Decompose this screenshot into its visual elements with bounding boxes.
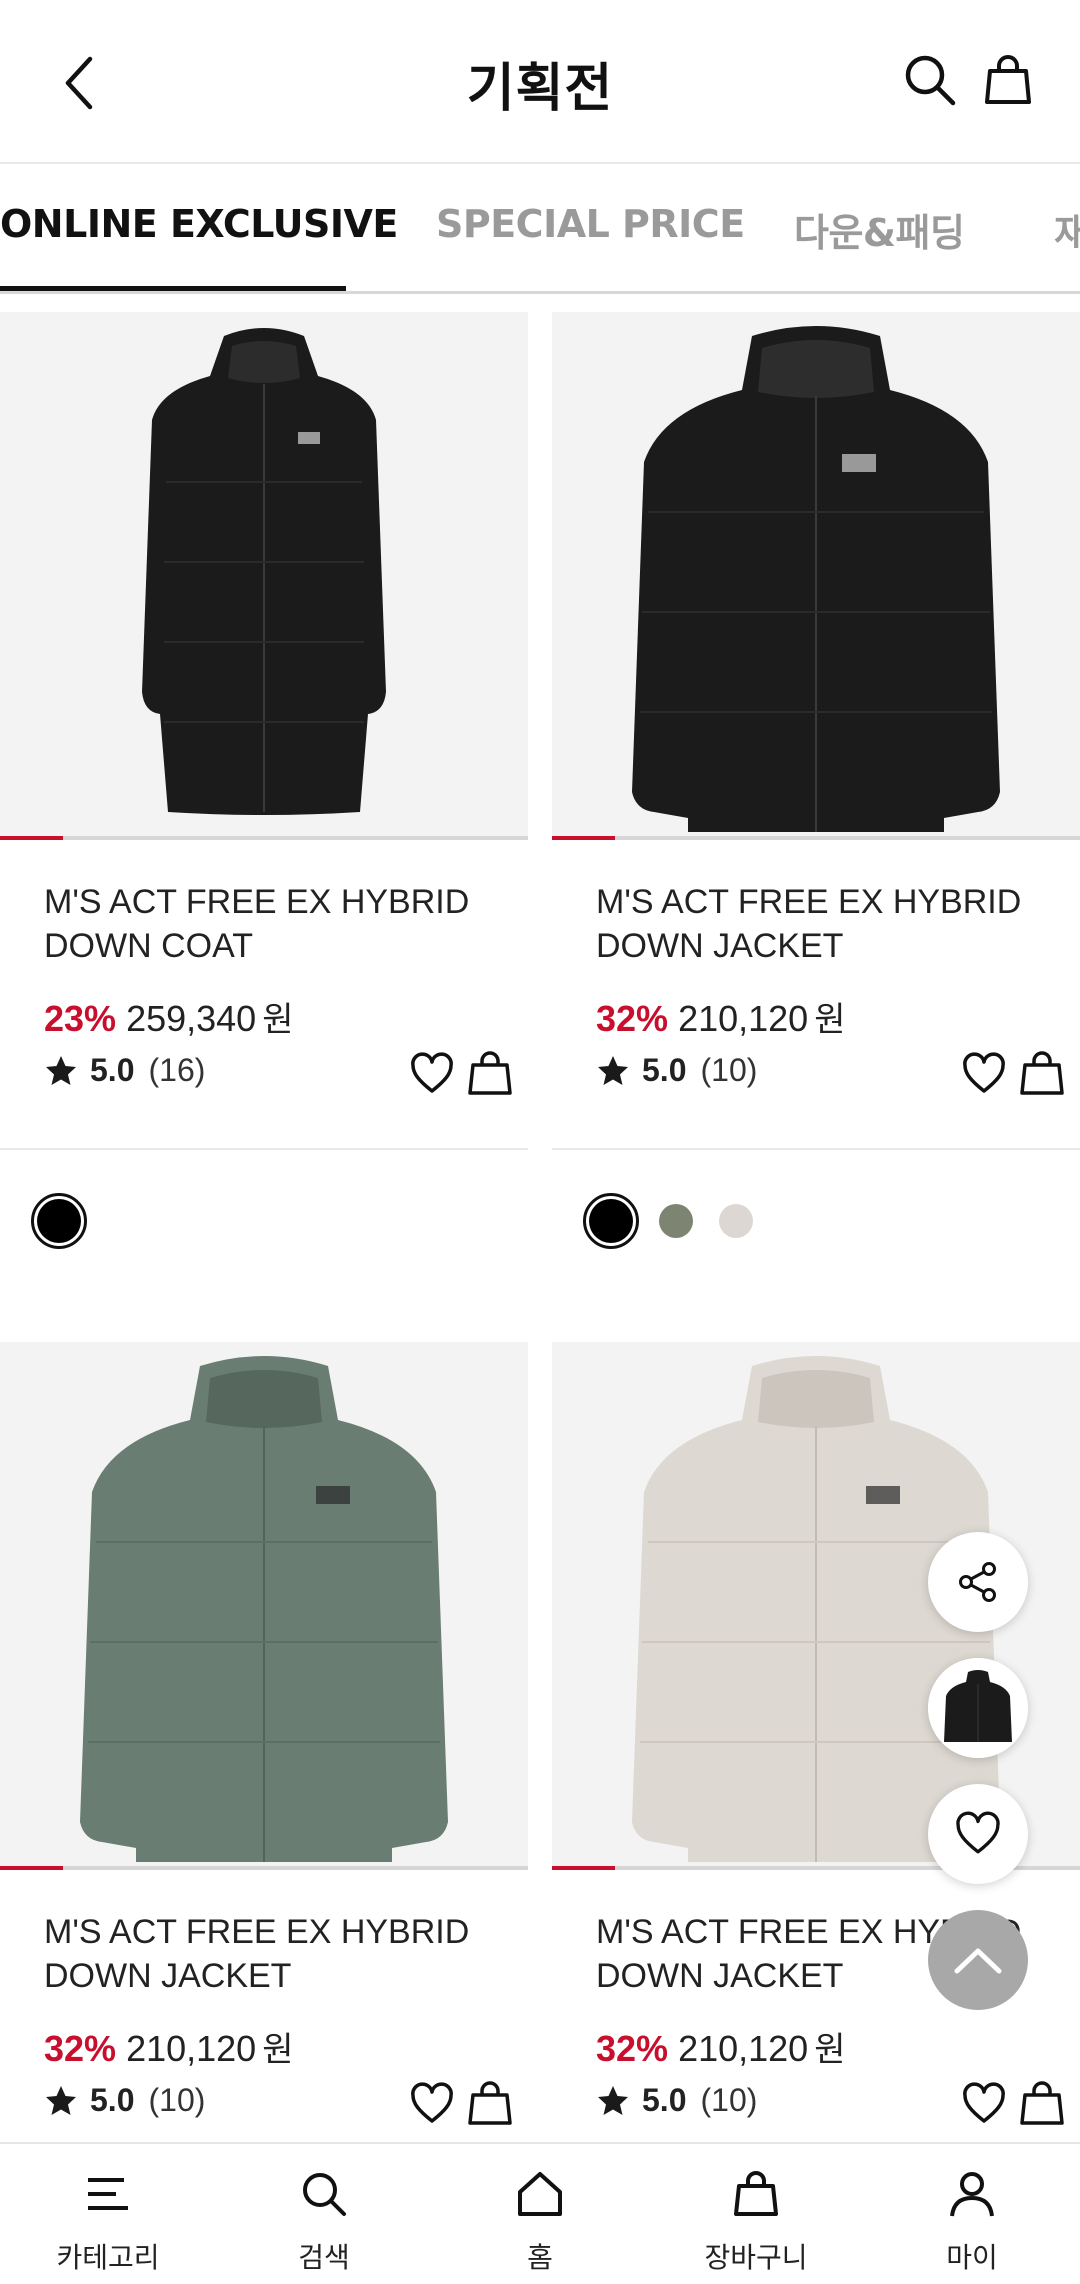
nav-search[interactable]: 검색 [216,2144,432,2284]
person-icon [950,2172,994,2217]
heart-icon[interactable] [962,1052,1006,1096]
share-button[interactable] [928,1532,1028,1632]
color-swatch[interactable] [653,1198,699,1244]
color-swatch[interactable] [713,1198,759,1244]
tab-special-price[interactable]: SPECIAL PRICE [436,202,745,246]
product-coat-image [142,328,386,815]
heart-icon [956,1811,1000,1854]
share-icon [959,1562,996,1602]
rating-score: 5.0 [90,1052,135,1088]
category-tabs: ONLINE EXCLUSIVE SPECIAL PRICE 다운&패딩 재 [0,166,1080,294]
recent-product-thumbnail [928,1658,1028,1758]
sale-price: 210,120 [678,998,809,1039]
currency-label: 원 [262,2031,294,2069]
star-icon [598,1055,628,1085]
bottom-navigation: 카테고리 검색 홈 장바구니 마이 [0,2142,1080,2284]
image-carousel-progress [552,836,1080,840]
rating-row: 5.0 (10) [596,1052,757,1089]
chevron-up-icon [954,1948,1002,1974]
tab-down-padding[interactable]: 다운&패딩 [794,202,965,257]
shopping-bag-icon[interactable] [1020,1050,1064,1096]
header-cart-button[interactable] [976,48,1040,112]
app-header: 기획전 [0,0,1080,164]
color-swatches [583,1193,759,1249]
product-image[interactable] [552,312,1080,840]
discount-rate: 32% [44,2028,117,2069]
search-icon [303,2173,346,2216]
sale-price: 259,340 [126,998,257,1039]
product-jacket-image [632,326,1000,832]
price-row: 32% 210,120 원 [596,992,845,1041]
discount-rate: 32% [596,998,669,1039]
product-name[interactable]: M'S ACT FREE EX HYBRID DOWN COAT [44,880,514,968]
price-row: 32% 210,120 원 [596,2022,845,2071]
image-carousel-progress [0,1866,528,1870]
currency-label: 원 [262,1001,294,1039]
nav-label: 장바구니 [704,2241,808,2274]
sale-price: 210,120 [126,2028,257,2069]
image-carousel-progress [0,836,528,840]
rating-row: 5.0 (16) [44,1052,205,1089]
nav-home[interactable]: 홈 [432,2144,648,2284]
tab-partial[interactable]: 재 [1054,202,1080,257]
rating-score: 5.0 [90,2082,135,2118]
rating-score: 5.0 [642,1052,687,1088]
scroll-top-button[interactable] [928,1910,1028,2010]
card-divider [552,1148,1080,1150]
nav-label: 마이 [946,2241,998,2274]
star-icon [598,2085,628,2115]
header-search-button[interactable] [898,48,962,112]
recent-product-button[interactable] [928,1658,1028,1758]
product-image[interactable] [0,1342,528,1870]
nav-category[interactable]: 카테고리 [0,2144,216,2284]
tab-online-exclusive[interactable]: ONLINE EXCLUSIVE [0,202,398,246]
heart-icon[interactable] [410,2082,454,2126]
product-name[interactable]: M'S ACT FREE EX HYBRID DOWN JACKET [596,880,1066,968]
review-count: (10) [700,2082,758,2118]
search-icon [905,55,956,106]
menu-icon [88,2178,128,2210]
product-card[interactable]: M'S ACT FREE EX HYBRID DOWN COAT 23% 259,… [0,312,528,1249]
star-icon [46,1055,76,1085]
product-jacket-image [80,1356,448,1862]
currency-label: 원 [814,2031,846,2069]
review-count: (10) [148,2082,206,2118]
color-swatches [31,1193,87,1249]
nav-label: 홈 [527,2241,553,2274]
shopping-bag-icon [734,2171,778,2216]
discount-rate: 32% [596,2028,669,2069]
sale-price: 210,120 [678,2028,809,2069]
rating-score: 5.0 [642,2082,687,2118]
product-card[interactable]: M'S ACT FREE EX HYBRID DOWN JACKET 32% 21… [552,312,1080,1249]
shopping-bag-icon[interactable] [468,2080,512,2126]
color-swatch[interactable] [583,1193,639,1249]
heart-icon[interactable] [410,1052,454,1096]
rating-row: 5.0 (10) [596,2082,757,2119]
shopping-bag-icon [985,55,1031,104]
discount-rate: 23% [44,998,117,1039]
review-count: (10) [700,1052,758,1088]
nav-label: 검색 [298,2241,350,2274]
heart-icon[interactable] [962,2082,1006,2126]
color-swatch[interactable] [31,1193,87,1249]
shopping-bag-icon[interactable] [468,1050,512,1096]
currency-label: 원 [814,1001,846,1039]
product-name[interactable]: M'S ACT FREE EX HYBRID DOWN JACKET [44,1910,514,1998]
product-card[interactable]: M'S ACT FREE EX HYBRID DOWN JACKET 32% 21… [0,1342,528,2125]
product-image[interactable] [0,312,528,840]
price-row: 23% 259,340 원 [44,992,293,1041]
star-icon [46,2085,76,2115]
nav-my[interactable]: 마이 [864,2144,1080,2284]
price-row: 32% 210,120 원 [44,2022,293,2071]
card-divider [0,1148,528,1150]
active-tab-indicator [0,286,346,291]
wishlist-button[interactable] [928,1784,1028,1884]
nav-cart[interactable]: 장바구니 [648,2144,864,2284]
shopping-bag-icon[interactable] [1020,2080,1064,2126]
home-icon [518,2172,562,2216]
rating-row: 5.0 (10) [44,2082,205,2119]
review-count: (16) [148,1052,206,1088]
nav-label: 카테고리 [56,2241,160,2274]
